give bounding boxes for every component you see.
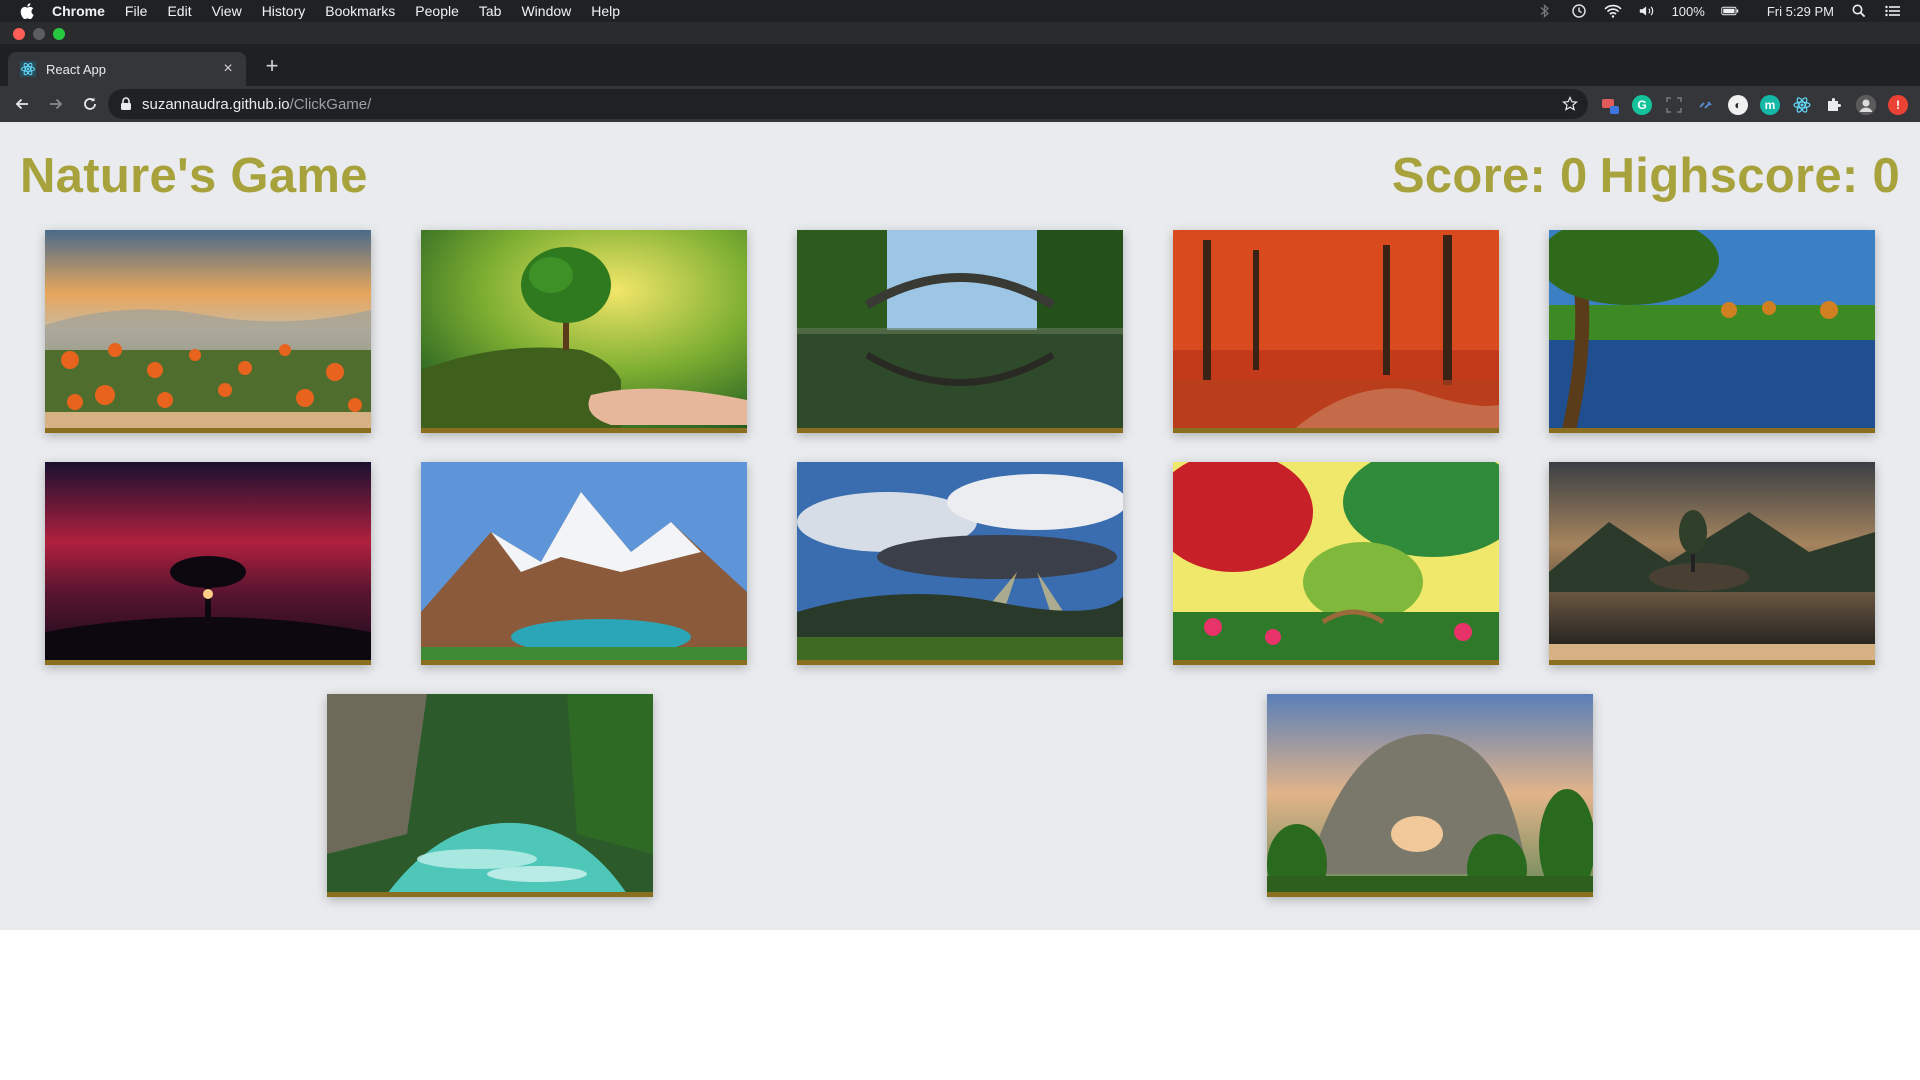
screenshot-extension-icon[interactable]: [1664, 95, 1684, 115]
tree-in-hand-image: [421, 230, 747, 428]
karst-arch-mountain-image: [1267, 694, 1593, 892]
bookmark-star-icon[interactable]: [1562, 96, 1578, 112]
profile-avatar[interactable]: [1856, 95, 1876, 115]
menu-tab[interactable]: Tab: [479, 3, 502, 19]
momentum-extension-icon[interactable]: m: [1760, 95, 1780, 115]
notification-center-icon[interactable]: [1884, 3, 1902, 19]
image-card-bridge[interactable]: [797, 230, 1123, 433]
minimize-window-button[interactable]: [33, 28, 45, 40]
close-tab-icon[interactable]: ×: [220, 60, 236, 77]
tab-strip: React App × +: [0, 44, 1920, 86]
browser-toolbar: suzannaudra.github.io/ClickGame/ G ◐ m !: [0, 86, 1920, 122]
new-tab-button[interactable]: +: [260, 53, 284, 78]
colorful-garden-image: [1173, 462, 1499, 660]
tree-by-pond-image: [1549, 230, 1875, 428]
url-host: suzannaudra.github.io: [142, 95, 290, 113]
fullscreen-window-button[interactable]: [53, 28, 65, 40]
image-card-rocky-island[interactable]: [1549, 462, 1875, 665]
apple-menu-icon[interactable]: [18, 2, 36, 20]
image-card-autumn[interactable]: [1173, 230, 1499, 433]
menubar-clock[interactable]: Fri 5:29 PM: [1767, 4, 1834, 19]
image-card-pond-tree[interactable]: [1549, 230, 1875, 433]
image-card-garden[interactable]: [1173, 462, 1499, 665]
menu-window[interactable]: Window: [521, 3, 571, 19]
game-title: Nature's Game: [20, 149, 368, 203]
spotlight-search-icon[interactable]: [1850, 3, 1868, 19]
wifi-icon[interactable]: [1603, 3, 1622, 19]
volume-icon[interactable]: [1638, 3, 1656, 19]
window-titlebar: [0, 22, 1920, 44]
menu-history[interactable]: History: [262, 3, 306, 19]
extensions-puzzle-icon[interactable]: [1824, 95, 1844, 115]
image-card-silhouette[interactable]: [45, 462, 371, 665]
lock-icon[interactable]: [120, 97, 134, 111]
react-devtools-icon[interactable]: [1792, 95, 1812, 115]
score-value: Score: 0: [1391, 149, 1588, 203]
tab-react-app[interactable]: React App ×: [8, 52, 246, 86]
snowy-mountain-image: [421, 462, 747, 660]
battery-icon[interactable]: [1721, 3, 1739, 19]
page-content: Nature's Game Score: 0 Highscore: 0: [0, 122, 1920, 930]
time-machine-icon[interactable]: [1570, 3, 1588, 19]
react-favicon-icon: [20, 61, 36, 77]
back-button[interactable]: [8, 90, 36, 118]
image-card-sunrays[interactable]: [797, 462, 1123, 665]
dark-reader-icon[interactable]: ◐: [1728, 95, 1748, 115]
image-card-tree-hand[interactable]: [421, 230, 747, 433]
menu-chrome[interactable]: Chrome: [52, 3, 105, 19]
menu-view[interactable]: View: [212, 3, 242, 19]
image-card-flowers[interactable]: [45, 230, 371, 433]
close-window-button[interactable]: [13, 28, 25, 40]
macos-menu-bar: Chrome File Edit View History Bookmarks …: [0, 0, 1920, 22]
address-bar[interactable]: suzannaudra.github.io/ClickGame/: [108, 89, 1588, 119]
menu-edit[interactable]: Edit: [167, 3, 191, 19]
update-alert-icon[interactable]: !: [1888, 95, 1908, 115]
menu-file[interactable]: File: [125, 3, 148, 19]
image-card-snowy-mountain[interactable]: [421, 462, 747, 665]
bluetooth-icon[interactable]: [1536, 3, 1554, 19]
sunrays-clouds-image: [797, 462, 1123, 660]
menu-help[interactable]: Help: [591, 3, 620, 19]
link-extension-icon[interactable]: [1696, 95, 1716, 115]
tab-title: React App: [46, 61, 106, 77]
menu-bookmarks[interactable]: Bookmarks: [325, 3, 395, 19]
rocky-island-lake-image: [1549, 462, 1875, 660]
highscore-value: Highscore: 0: [1599, 149, 1900, 203]
menu-people[interactable]: People: [415, 3, 459, 19]
turquoise-river-image: [327, 694, 653, 892]
extension-badge-icon[interactable]: [1600, 95, 1620, 115]
orange-flowers-image: [45, 230, 371, 428]
score-display: Score: 0 Highscore: 0: [1392, 148, 1900, 204]
stone-bridge-image: [797, 230, 1123, 428]
extensions-area: G ◐ m !: [1600, 94, 1908, 116]
forward-button[interactable]: [42, 90, 70, 118]
url-path: /ClickGame/: [289, 95, 372, 113]
tree-silhouette-sunset-image: [45, 462, 371, 660]
red-autumn-forest-image: [1173, 230, 1499, 428]
battery-percent: 100%: [1671, 3, 1705, 19]
reload-button[interactable]: [76, 90, 104, 118]
image-card-karst[interactable]: [1267, 694, 1593, 897]
grammarly-icon[interactable]: G: [1632, 95, 1652, 115]
image-card-river[interactable]: [327, 694, 653, 897]
page-blank-area: [0, 930, 1920, 1080]
